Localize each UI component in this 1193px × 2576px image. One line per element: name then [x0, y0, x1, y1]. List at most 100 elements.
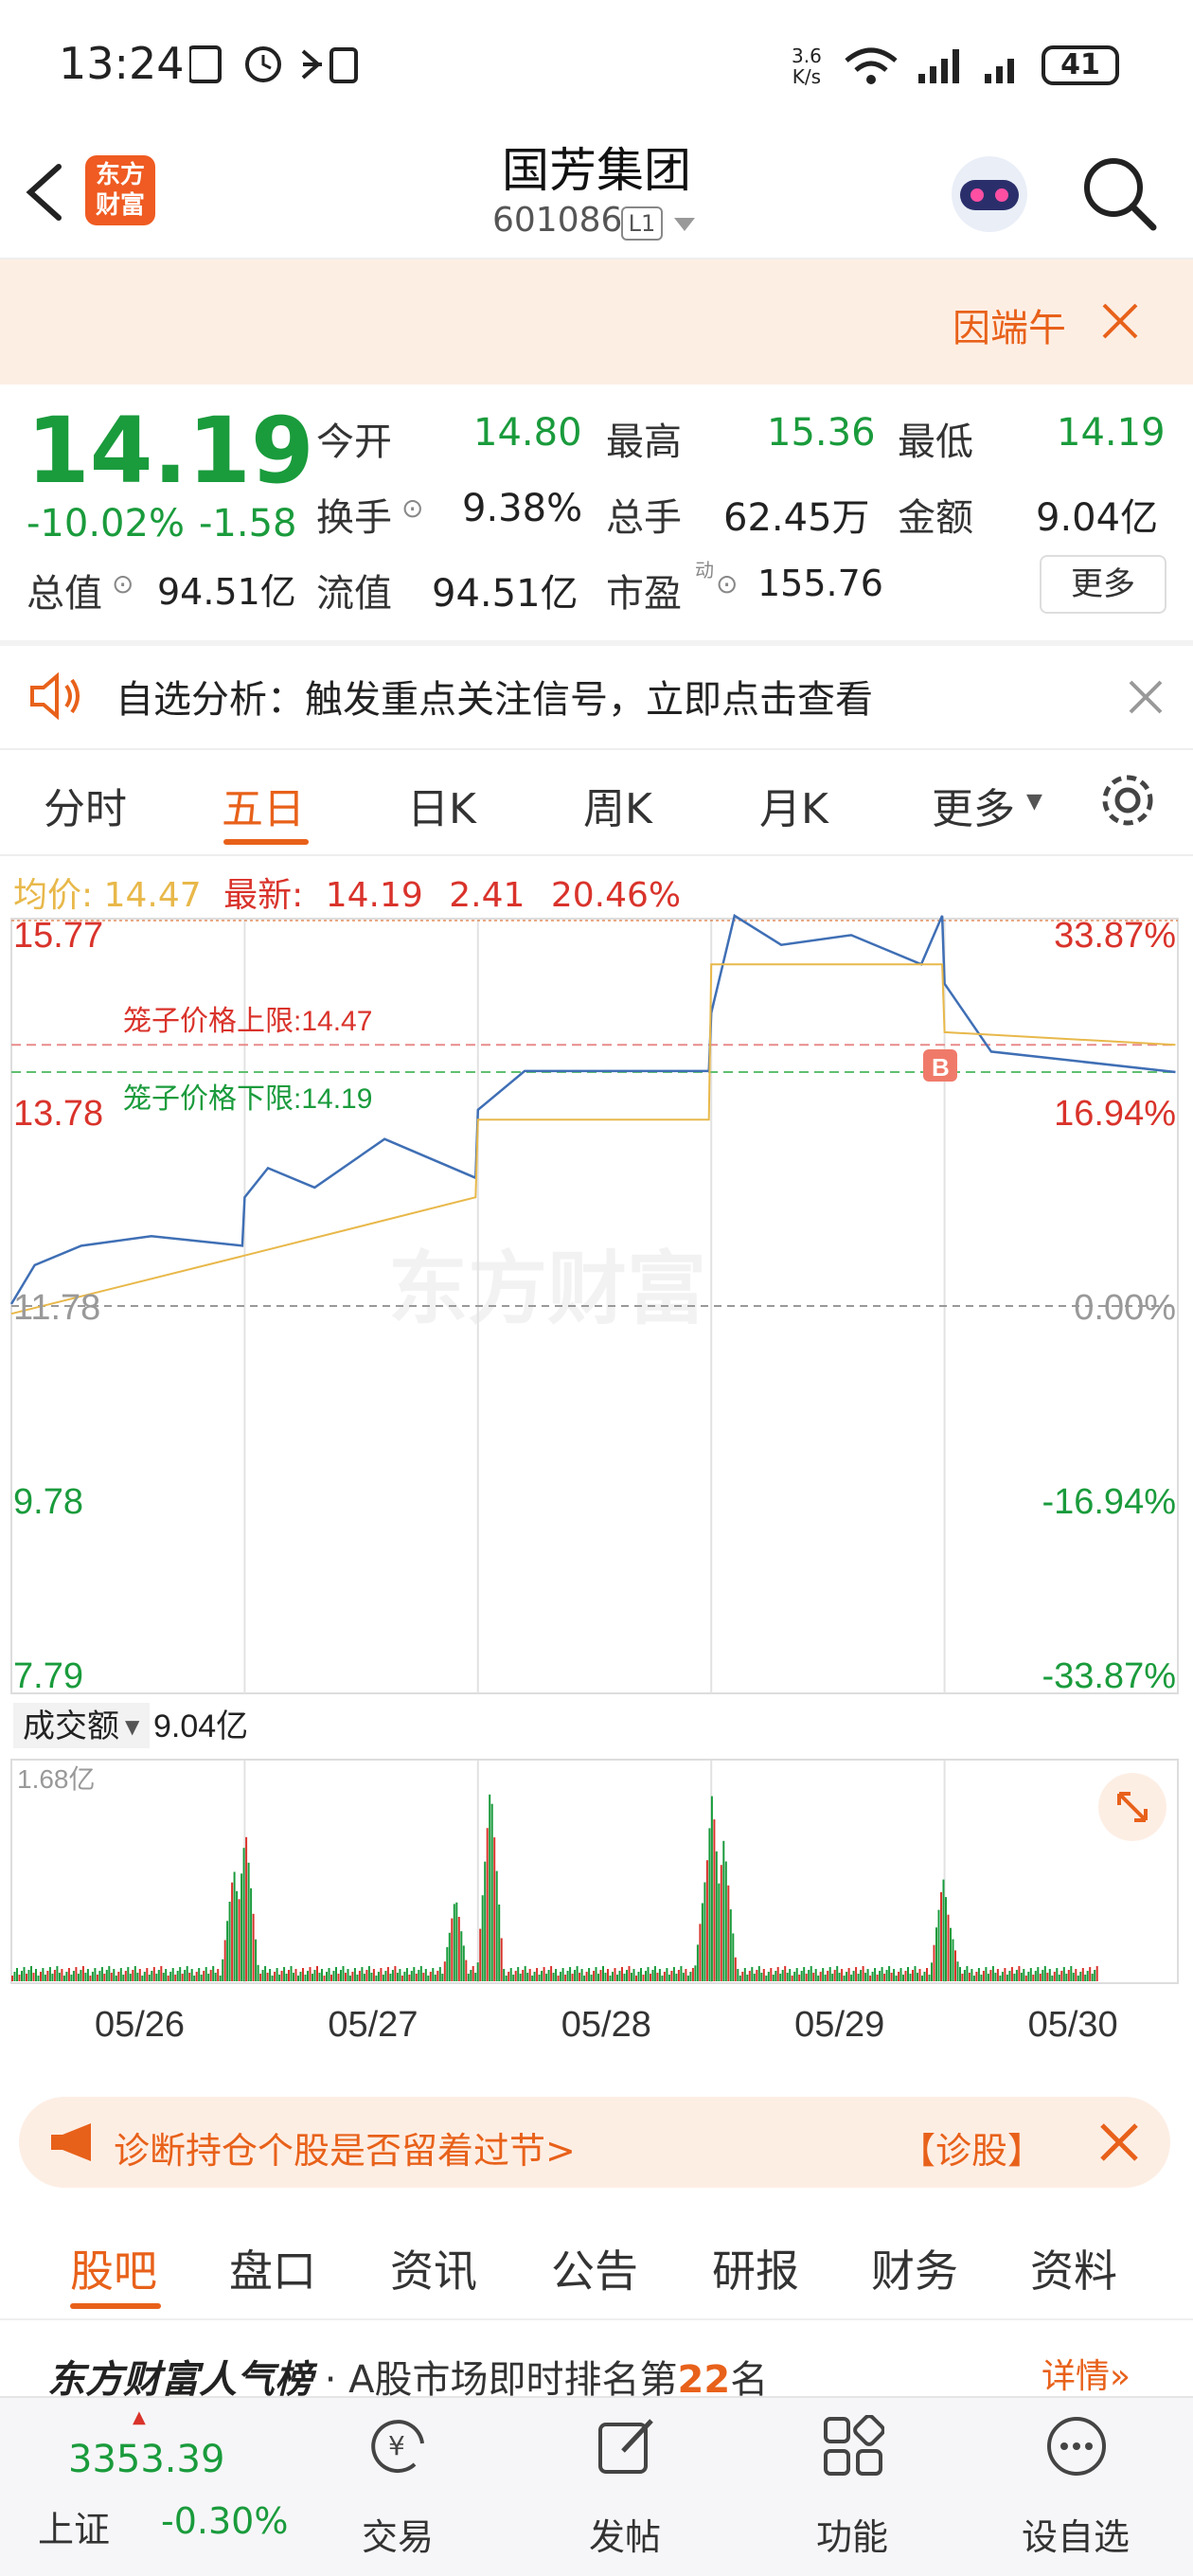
volume-bar	[441, 1974, 444, 1981]
volume-bar	[722, 1840, 725, 1981]
volume-bar	[860, 1970, 863, 1981]
volume-bar	[394, 1966, 397, 1981]
dropdown-triangle-icon[interactable]	[672, 216, 697, 233]
tab-finance[interactable]: 财务	[871, 2237, 958, 2299]
tab-research[interactable]: 研报	[712, 2237, 799, 2299]
volume-bar	[283, 1967, 286, 1981]
volume-bar	[798, 1975, 801, 1981]
volume-bar	[451, 1918, 454, 1981]
volume-bar	[999, 1976, 1002, 1981]
volume-bar	[193, 1976, 196, 1981]
tab-announcements[interactable]: 公告	[551, 2237, 638, 2299]
tab-monthly-k[interactable]: 月K	[759, 775, 828, 835]
info-icon[interactable]: ⊙	[716, 568, 738, 599]
volume-bar	[569, 1967, 572, 1981]
svg-text:¥: ¥	[388, 2430, 405, 2461]
nav-functions[interactable]: 功能	[767, 2396, 937, 2576]
volume-bar	[890, 1973, 893, 1981]
volume-value: 62.45万	[723, 496, 870, 540]
volume-bar	[940, 1892, 942, 1981]
x-tick-label: 05/27	[328, 2005, 418, 2045]
volume-bar	[356, 1975, 359, 1981]
x-tick-label: 05/28	[561, 2005, 651, 2045]
volume-bar	[647, 1967, 650, 1981]
robot-assistant-icon[interactable]	[947, 152, 1032, 237]
volume-bar	[746, 1975, 749, 1981]
volume-bar	[590, 1975, 593, 1981]
close-icon[interactable]	[1098, 299, 1142, 343]
volume-bar	[970, 1969, 973, 1981]
tab-intraday[interactable]: 分时	[44, 775, 127, 835]
chart-watermark: 东方财富	[388, 1244, 706, 1333]
chevron-down-icon[interactable]: ▼	[125, 1715, 140, 1738]
volume-bar	[864, 1973, 867, 1981]
nav-post[interactable]: 发帖	[540, 2396, 710, 2576]
volume-bar	[533, 1972, 536, 1981]
volume-bar	[332, 1971, 335, 1981]
volume-bar	[330, 1975, 332, 1981]
volume-bar	[367, 1966, 370, 1981]
notice-bar[interactable]: 自选分析：触发重点关注信号，立即点击查看	[0, 644, 1193, 748]
nav-trade[interactable]: ¥ 交易	[312, 2396, 483, 2576]
info-icon[interactable]: ⊙	[401, 492, 423, 524]
level-badge[interactable]: L1	[621, 206, 663, 241]
volume-bar	[765, 1976, 768, 1981]
holiday-banner[interactable]: 因端午	[0, 259, 1193, 385]
volume-bar	[947, 1914, 950, 1981]
volume-bar	[685, 1969, 687, 1981]
volume-bar	[1006, 1975, 1008, 1981]
volume-bar	[401, 1976, 403, 1981]
volume-bar	[113, 1969, 116, 1981]
volume-bar	[72, 1971, 75, 1981]
rank-detail-link[interactable]: 详情»	[1042, 2349, 1131, 2398]
volume-bar	[1043, 1966, 1046, 1981]
volume-bar	[885, 1970, 888, 1981]
tab-more[interactable]: 更多	[932, 775, 1015, 835]
volume-bar	[419, 1966, 422, 1981]
volume-bar	[124, 1971, 127, 1981]
search-icon[interactable]	[1079, 153, 1159, 233]
volume-bar	[824, 1975, 827, 1981]
gear-icon[interactable]	[1098, 771, 1157, 830]
volume-bar	[396, 1973, 399, 1981]
tab-daily-k[interactable]: 日K	[407, 775, 476, 835]
volume-bar	[238, 1899, 240, 1981]
tab-profile[interactable]: 资料	[1030, 2237, 1117, 2299]
five-day-chart[interactable]: 东方财富 15.77 33.87% 13.78 16.94% 11.78 0.00% 9.7…	[0, 909, 1193, 2046]
volume-bar	[935, 1927, 937, 1981]
y-tick-right: 16.94%	[1054, 1094, 1176, 1134]
volume-bar	[827, 1971, 829, 1981]
volume-bar	[335, 1967, 337, 1981]
more-button[interactable]: 更多	[1040, 555, 1166, 614]
pe-value: 155.76	[757, 563, 883, 604]
volume-bar	[996, 1969, 999, 1981]
tab-guba[interactable]: 股吧	[70, 2237, 157, 2299]
volume-bar	[748, 1971, 751, 1981]
volume-bar	[53, 1970, 56, 1981]
index-quote[interactable]: ▲ 3353.39 上证 -0.30%	[0, 2406, 303, 2576]
volume-bar	[918, 1969, 921, 1981]
volume-bar	[512, 1975, 515, 1981]
volume-bar	[26, 1974, 27, 1981]
volume-bar	[898, 1972, 900, 1981]
nav-add-watchlist[interactable]: 设自选	[990, 2396, 1161, 2576]
volume-bar	[233, 1871, 236, 1981]
tab-pankou[interactable]: 盘口	[229, 2237, 316, 2299]
close-icon[interactable]	[1098, 2121, 1140, 2163]
volume-bar	[561, 1968, 564, 1981]
y-tick-right: -33.87%	[1042, 1656, 1176, 1696]
tab-five-day[interactable]: 五日	[222, 775, 305, 835]
close-icon[interactable]	[1127, 678, 1165, 716]
volume-bar	[1018, 1966, 1021, 1981]
promo-banner[interactable]: 诊断持仓个股是否留着过节> 【诊股】	[19, 2097, 1170, 2188]
tab-news[interactable]: 资讯	[390, 2237, 477, 2299]
volume-bar	[132, 1970, 134, 1981]
chevron-down-icon[interactable]: ▼	[1026, 790, 1042, 814]
tab-weekly-k[interactable]: 周K	[583, 775, 652, 835]
volume-bar	[888, 1966, 891, 1981]
volume-bar	[157, 1970, 160, 1981]
info-icon[interactable]: ⊙	[112, 568, 134, 599]
volume-bar	[977, 1968, 980, 1981]
volume-bar	[653, 1966, 656, 1981]
volume-bar	[739, 1976, 741, 1981]
